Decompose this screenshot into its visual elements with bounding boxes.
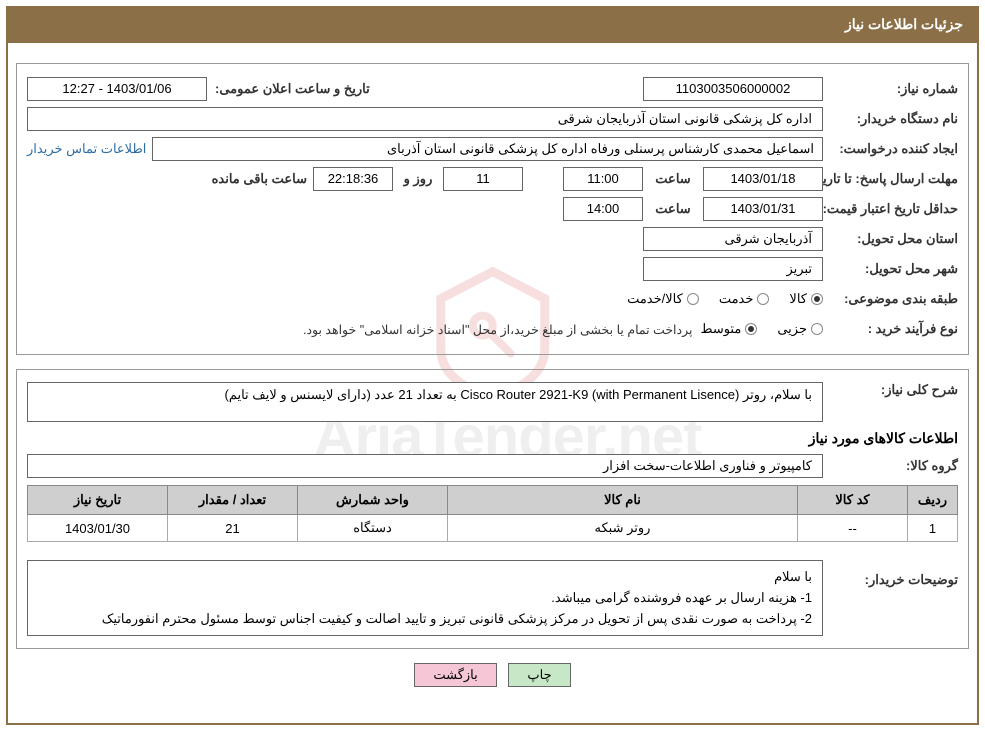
print-button[interactable]: چاپ xyxy=(508,663,570,687)
radio-service[interactable] xyxy=(757,293,769,305)
buyer-notes-box: با سلام 1- هزینه ارسال بر عهده فروشنده گ… xyxy=(27,560,823,636)
group-value: کامپیوتر و فناوری اطلاعات-سخت افزار xyxy=(27,454,823,478)
back-button[interactable]: بازگشت xyxy=(414,663,496,687)
info-panel: شماره نیاز: 1103003506000002 تاریخ و ساع… xyxy=(16,63,969,355)
announce-label: تاریخ و ساعت اعلان عمومی: xyxy=(215,81,370,97)
buyer-contact-link[interactable]: اطلاعات تماس خریدار xyxy=(27,141,146,157)
proc-type-radios: جزیی متوسط xyxy=(700,321,823,337)
panel-title: جزئیات اطلاعات نیاز xyxy=(845,16,963,32)
countdown-label: ساعت باقی مانده xyxy=(212,171,307,187)
col-unit: واحد شمارش xyxy=(298,486,448,515)
main-frame: جزئیات اطلاعات نیاز شماره نیاز: 11030035… xyxy=(6,6,979,725)
goods-title: اطلاعات کالاهای مورد نیاز xyxy=(27,430,958,447)
valid-label: حداقل تاریخ اعتبار قیمت: تا تاریخ: xyxy=(823,201,958,218)
hour-label-1: ساعت xyxy=(643,171,703,187)
province-value: آذربایجان شرقی xyxy=(643,227,823,251)
hour-label-2: ساعت xyxy=(643,201,703,217)
city-value: تبریز xyxy=(643,257,823,281)
col-qty: تعداد / مقدار xyxy=(168,486,298,515)
announce-value: 1403/01/06 - 12:27 xyxy=(27,77,207,101)
table-row: 1 -- روتر شبکه دستگاه 21 1403/01/30 xyxy=(28,515,958,542)
col-row: ردیف xyxy=(908,486,958,515)
buyer-label: نام دستگاه خریدار: xyxy=(823,111,958,127)
group-label: گروه کالا: xyxy=(823,458,958,474)
panel-header: جزئیات اطلاعات نیاز xyxy=(8,8,977,43)
days-and-label: روز و xyxy=(393,171,443,187)
resp-hour: 11:00 xyxy=(563,167,643,191)
class-label: طبقه بندی موضوعی: xyxy=(823,291,958,307)
radio-good[interactable] xyxy=(811,293,823,305)
col-name: نام کالا xyxy=(448,486,798,515)
radio-partial[interactable] xyxy=(811,323,823,335)
needs-panel: شرح کلی نیاز: با سلام، روتر Cisco Router… xyxy=(16,369,969,649)
resp-date: 1403/01/18 xyxy=(703,167,823,191)
days-value: 11 xyxy=(443,167,523,191)
desc-label: شرح کلی نیاز: xyxy=(823,382,958,398)
valid-date: 1403/01/31 xyxy=(703,197,823,221)
classification-radios: کالا خدمت کالا/خدمت xyxy=(627,291,823,307)
radio-mid[interactable] xyxy=(745,323,757,335)
col-date: تاریخ نیاز xyxy=(28,486,168,515)
resp-deadline-label: مهلت ارسال پاسخ: تا تاریخ: xyxy=(823,171,958,188)
goods-table: ردیف کد کالا نام کالا واحد شمارش تعداد /… xyxy=(27,485,958,542)
requester-value: اسماعیل محمدی کارشناس پرسنلی ورفاه اداره… xyxy=(152,137,823,161)
valid-hour: 14:00 xyxy=(563,197,643,221)
countdown-value: 22:18:36 xyxy=(313,167,393,191)
need-no-value: 1103003506000002 xyxy=(643,77,823,101)
proc-note: پرداخت تمام یا بخشی از مبلغ خرید،از محل … xyxy=(303,322,693,337)
province-label: استان محل تحویل: xyxy=(823,231,958,247)
buttons-bar: چاپ بازگشت xyxy=(16,663,969,687)
city-label: شهر محل تحویل: xyxy=(823,261,958,277)
desc-text: با سلام، روتر Cisco Router 2921-K9 (with… xyxy=(27,382,823,422)
radio-goodservice[interactable] xyxy=(687,293,699,305)
need-no-label: شماره نیاز: xyxy=(823,81,958,97)
col-code: کد کالا xyxy=(798,486,908,515)
buyer-notes-label: توضیحات خریدار: xyxy=(823,552,958,588)
requester-label: ایجاد کننده درخواست: xyxy=(823,141,958,157)
buyer-value: اداره کل پزشکی قانونی استان آذربایجان شر… xyxy=(27,107,823,131)
proc-type-label: نوع فرآیند خرید : xyxy=(823,321,958,337)
